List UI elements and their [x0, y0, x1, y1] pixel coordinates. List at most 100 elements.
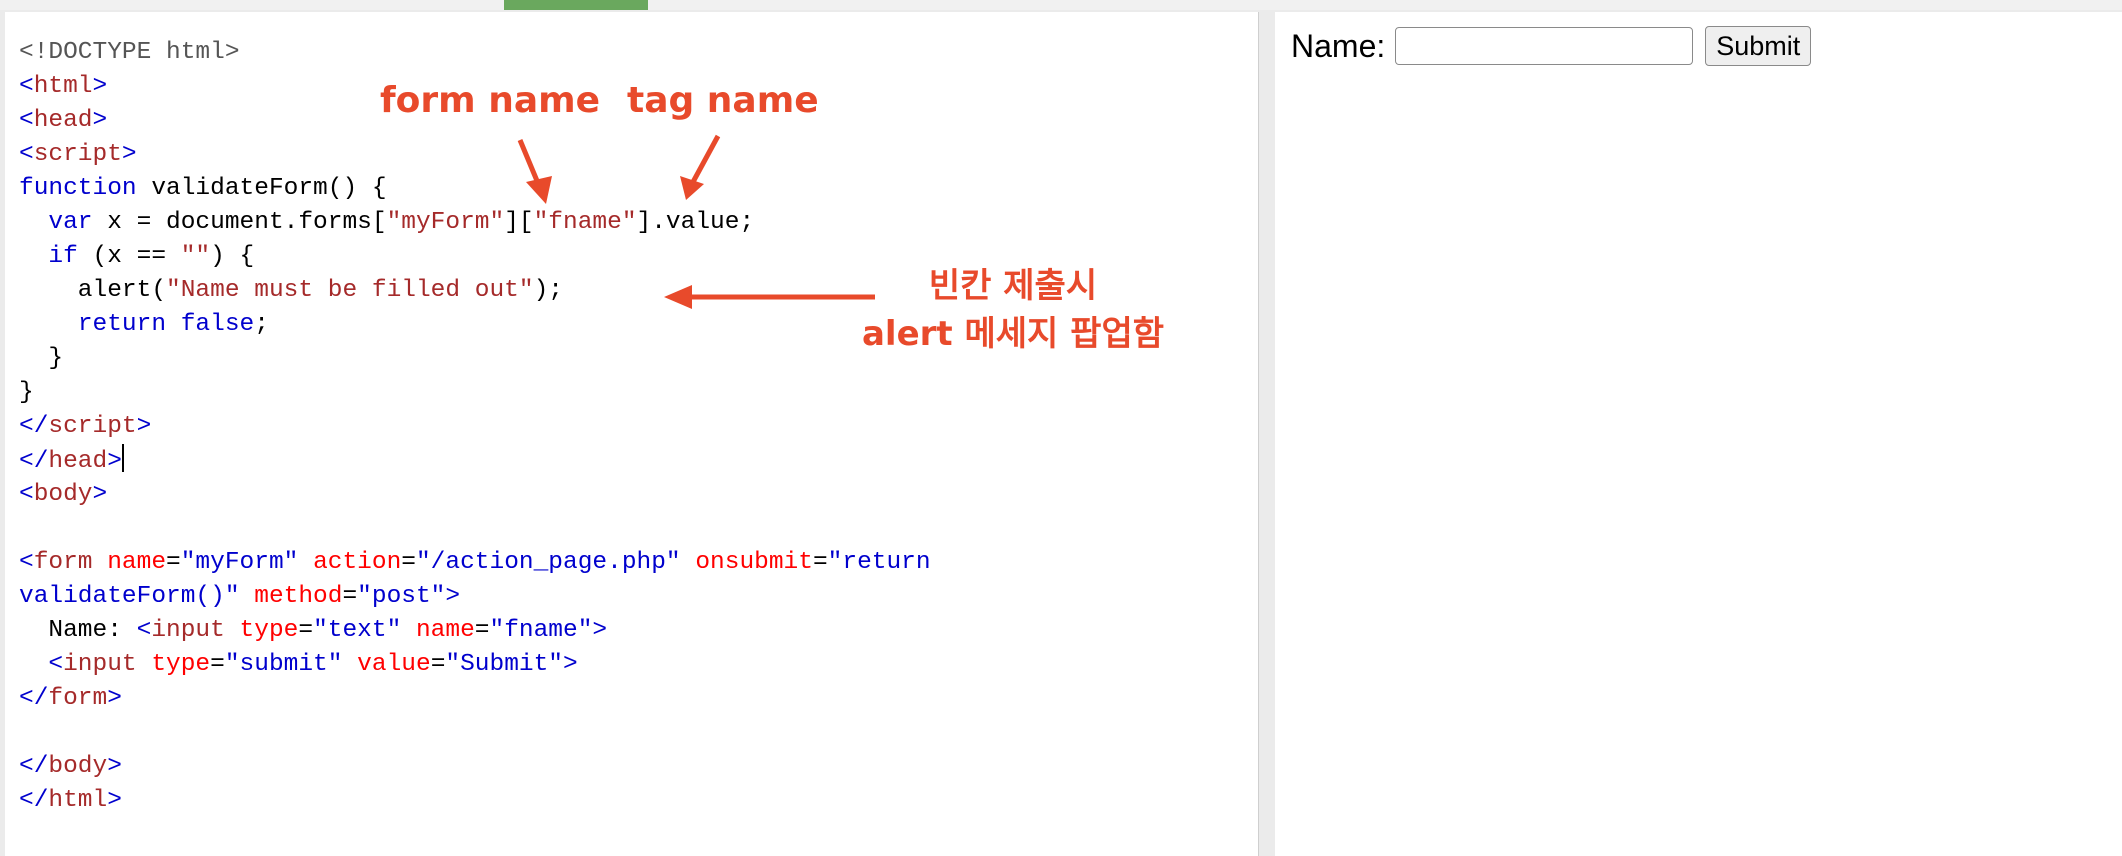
code-token: "text"	[313, 617, 402, 644]
code-editor[interactable]: <!DOCTYPE html> <html> <head> <script> funct…	[5, 12, 1259, 856]
code-token: (x ==	[77, 243, 181, 270]
code-token: >	[563, 651, 578, 678]
code-line[interactable]: }	[19, 376, 931, 410]
code-token: >	[92, 73, 108, 100]
code-token: >	[121, 141, 137, 168]
code-token: "Submit"	[445, 651, 564, 678]
code-token: onsubmit	[695, 549, 813, 576]
code-line[interactable]	[19, 716, 931, 750]
code-token: "myForm"	[180, 549, 299, 576]
code-line[interactable]: <input type="submit" value="Submit">	[19, 648, 931, 682]
code-line[interactable]: function validateForm() {	[19, 172, 931, 206]
code-token: >	[92, 481, 108, 508]
code-line[interactable]: if (x == "") {	[19, 240, 931, 274]
code-line[interactable]: alert("Name must be filled out");	[19, 274, 931, 308]
code-token: form	[48, 685, 108, 712]
code-line[interactable]: Name: <input type="text" name="fname">	[19, 614, 931, 648]
code-token: }	[19, 379, 34, 406]
code-line[interactable]	[19, 512, 931, 546]
code-token: script	[48, 413, 137, 440]
code-line[interactable]: <form name="myForm" action="/action_page…	[19, 546, 931, 580]
code-token: head	[48, 448, 108, 475]
code-line[interactable]: <script>	[19, 138, 931, 172]
code-token: "submit"	[224, 651, 343, 678]
code-line[interactable]: </script>	[19, 410, 931, 444]
code-line[interactable]: return false;	[19, 308, 931, 342]
code-line[interactable]: validateForm()" method="post">	[19, 580, 931, 614]
code-token: type	[151, 651, 211, 678]
code-token: </	[19, 787, 49, 814]
code-token: >	[445, 583, 461, 610]
code-token: </	[19, 753, 49, 780]
name-input[interactable]	[1395, 27, 1694, 65]
code-line[interactable]: </head>	[19, 444, 931, 478]
code-line[interactable]: </form>	[19, 682, 931, 716]
code-token: value	[357, 651, 431, 678]
code-token: >	[92, 107, 108, 134]
code-token: var	[48, 209, 93, 236]
code-line[interactable]: <body>	[19, 478, 931, 512]
code-token: form	[33, 549, 93, 576]
code-token: </	[19, 448, 49, 475]
text-caret	[121, 444, 124, 472]
pane-divider-handle[interactable]	[1260, 10, 1275, 856]
code-token: action	[313, 549, 402, 576]
code-token: function	[19, 175, 137, 202]
code-token: return	[77, 311, 167, 338]
code-token: input	[63, 651, 137, 678]
code-token: =	[474, 617, 490, 644]
code-line[interactable]: </body>	[19, 750, 931, 784]
code-token: </	[19, 413, 49, 440]
code-token: Name:	[19, 617, 137, 644]
code-token: if	[48, 243, 78, 270]
code-line[interactable]: <!DOCTYPE html>	[19, 36, 931, 70]
code-token: <	[19, 73, 34, 100]
code-token: "fname"	[533, 209, 637, 236]
code-token: "Name must be filled out"	[166, 277, 534, 304]
code-token: ) {	[210, 243, 255, 270]
annotation-alert-line1: 빈칸 제출시	[928, 266, 1098, 306]
code-text[interactable]: <!DOCTYPE html> <html> <head> <script> funct…	[19, 36, 931, 818]
code-token: =	[812, 549, 828, 576]
code-token: false	[180, 311, 255, 338]
code-token: type	[239, 617, 299, 644]
code-token: "/action_page.php"	[415, 549, 681, 576]
code-token: validateForm() {	[136, 175, 387, 202]
code-line[interactable]: var x = document.forms["myForm"]["fname"…	[19, 206, 931, 240]
code-token: =	[342, 583, 358, 610]
code-token: "fname"	[489, 617, 593, 644]
code-token: <	[19, 141, 34, 168]
annotation-alert-line2: alert 메세지 팝업함	[861, 314, 1165, 354]
code-token: >	[107, 787, 122, 814]
submit-button[interactable]: Submit	[1705, 26, 1812, 66]
code-token: >	[107, 448, 122, 475]
code-token: name	[415, 617, 475, 644]
code-line[interactable]: }	[19, 342, 931, 376]
code-token: "return	[827, 549, 931, 576]
code-token: <	[48, 651, 64, 678]
code-token: body	[48, 753, 108, 780]
code-token: </	[19, 685, 49, 712]
code-token: alert(	[19, 277, 167, 304]
code-token: name	[107, 549, 167, 576]
result-pane: Name: Submit	[1275, 12, 2122, 856]
code-token: body	[33, 481, 93, 508]
code-token: =	[430, 651, 446, 678]
code-token: >	[136, 413, 152, 440]
code-line[interactable]: </html>	[19, 784, 931, 818]
code-token: script	[33, 141, 122, 168]
code-token: <	[19, 107, 34, 134]
code-token: <	[136, 617, 152, 644]
code-token: =	[166, 549, 181, 576]
code-token: =	[298, 617, 314, 644]
